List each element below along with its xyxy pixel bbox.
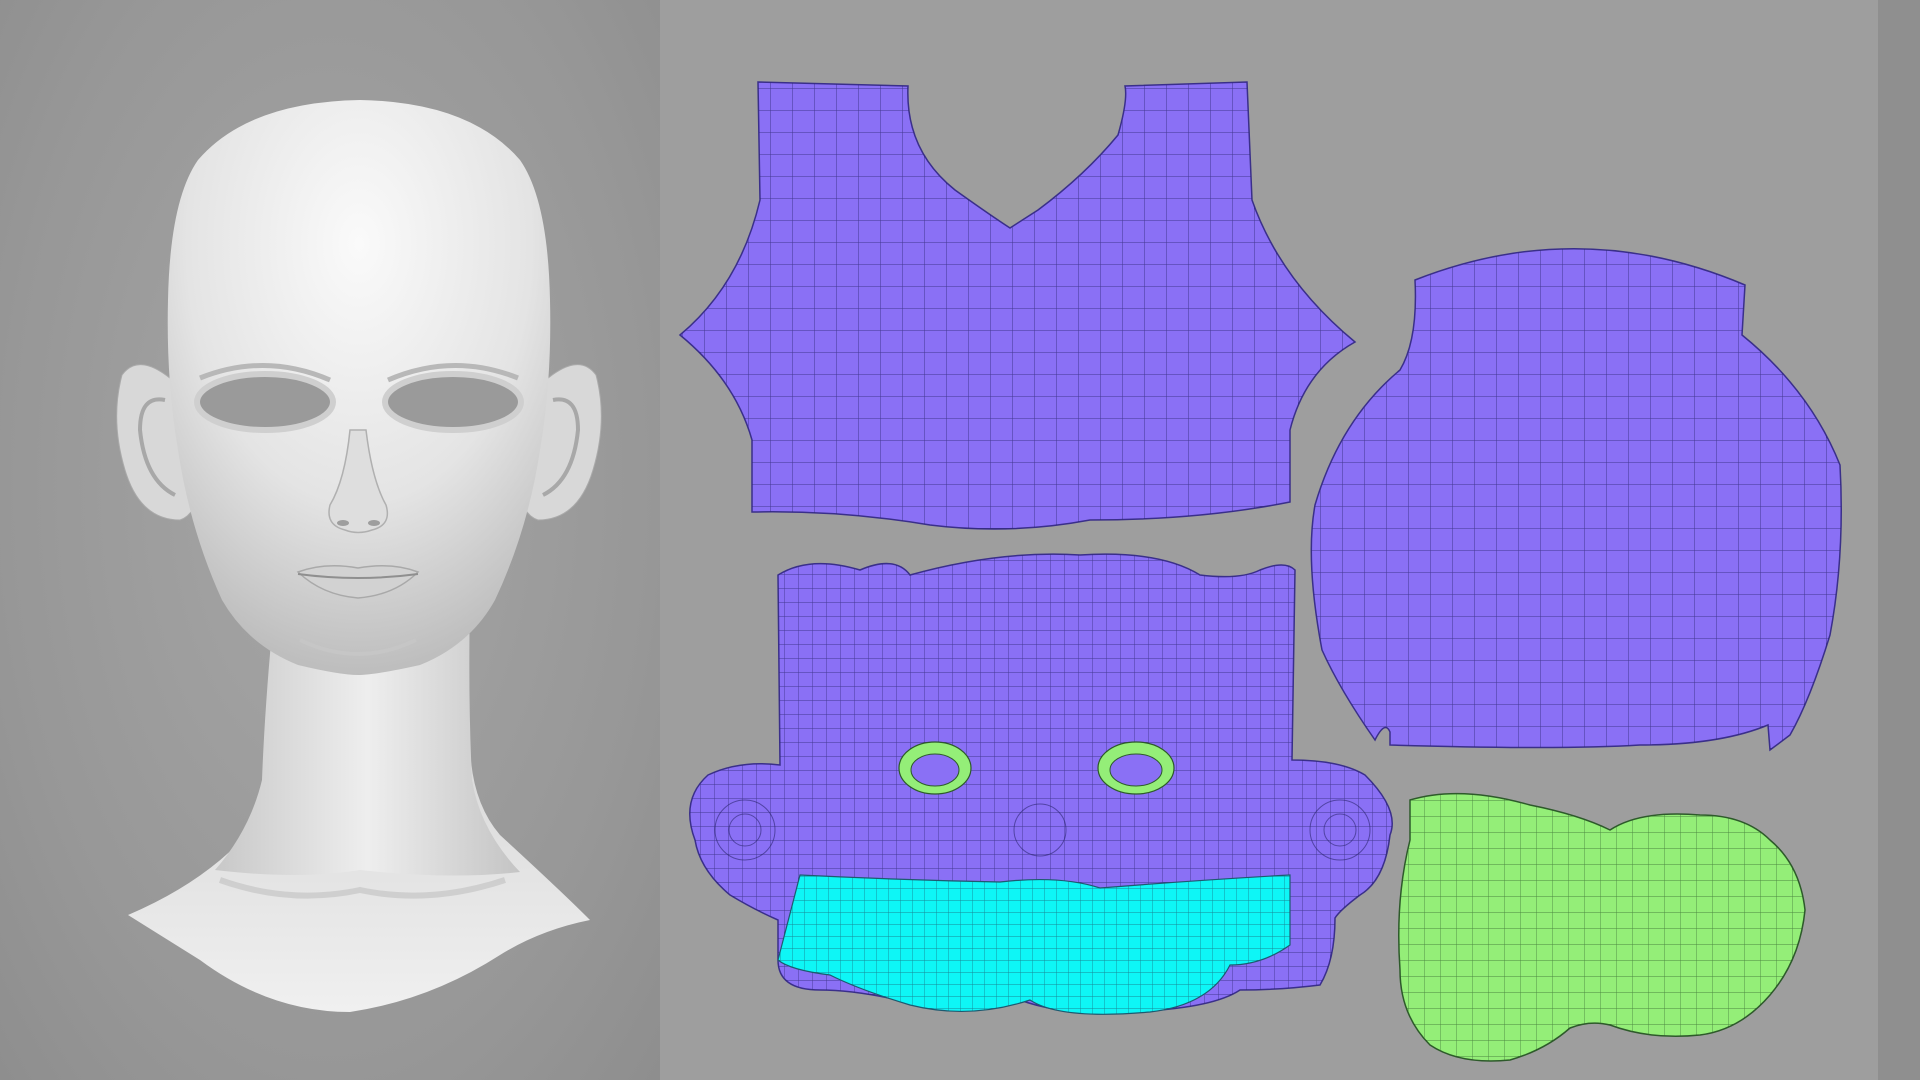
uv-shell-scalp [1310, 247, 1842, 752]
scene-svg [116, 81, 1842, 1062]
head-model [116, 100, 602, 1012]
uv-shell-torso [678, 81, 1357, 530]
uv-layout-scene [0, 0, 1920, 1080]
uv-shell-inner-mouth [1398, 792, 1806, 1062]
right-eye-socket [382, 371, 524, 433]
left-eye-socket [194, 371, 336, 433]
